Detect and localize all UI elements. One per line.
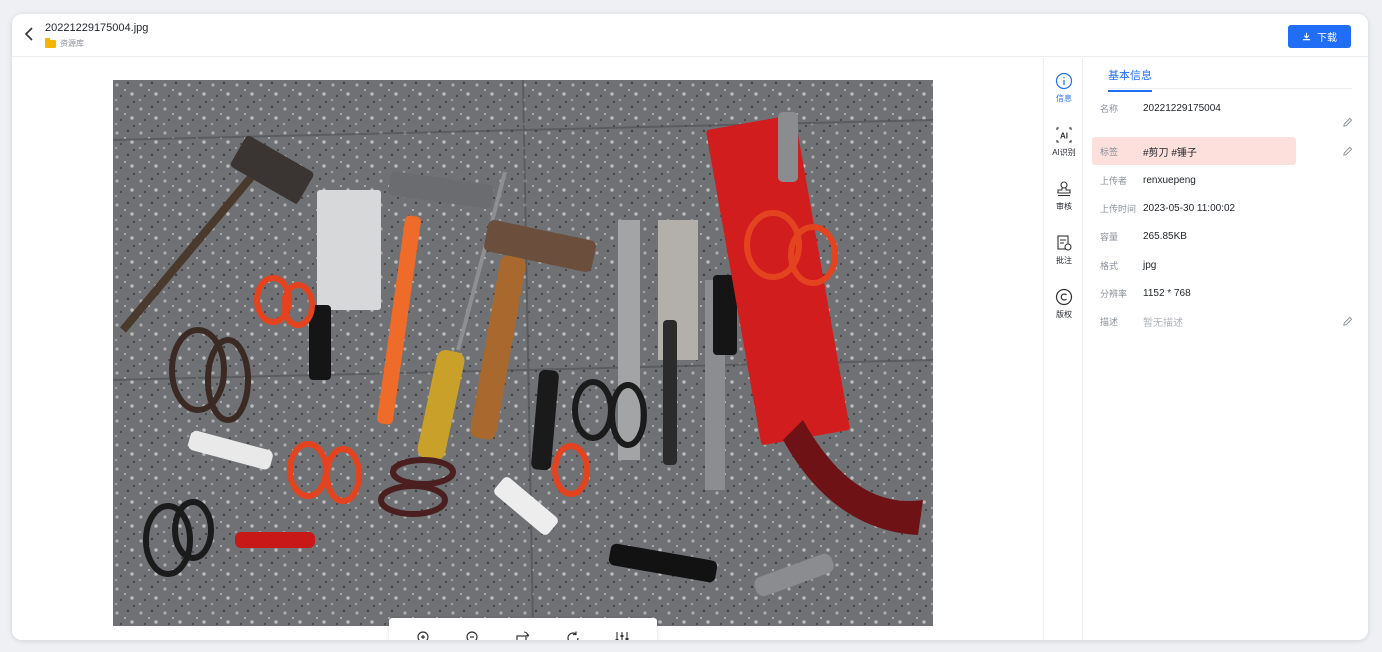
field-tags: 标签 #剪刀 #锤子 <box>1092 137 1296 165</box>
tab-copyright[interactable]: 版权 <box>1044 288 1084 320</box>
image-toolbar <box>389 618 657 640</box>
copyright-icon <box>1055 288 1073 306</box>
pencil-icon <box>1343 316 1353 326</box>
info-panel: 基本信息 名称 20221229175004 标签 #剪刀 #锤子 上传者 re… <box>1084 58 1368 640</box>
download-label: 下载 <box>1317 33 1337 44</box>
side-tab-bar: 信息 AI AI识别 审核 批注 版权 <box>1043 58 1083 640</box>
field-key: 上传时间 <box>1100 203 1137 214</box>
field-size: 容量 265.85KB <box>1092 222 1354 250</box>
annotate-icon <box>1057 235 1072 251</box>
field-key: 分辨率 <box>1100 288 1128 299</box>
breadcrumb[interactable]: 资源库 <box>45 37 84 49</box>
field-key: 标签 <box>1100 146 1119 157</box>
preview-window: 20221229175004.jpg 资源库 下载 信息 AI AI识别 审核 … <box>12 14 1368 640</box>
zoom-in-icon[interactable] <box>413 627 435 640</box>
tab-review[interactable]: 审核 <box>1044 180 1084 212</box>
tab-ai[interactable]: AI AI识别 <box>1044 126 1084 158</box>
tab-annotate[interactable]: 批注 <box>1044 234 1084 266</box>
field-resolution: 分辨率 1152 * 768 <box>1092 279 1354 307</box>
zoom-out-icon[interactable] <box>462 627 484 640</box>
field-key: 名称 <box>1100 103 1119 114</box>
preview-image[interactable] <box>113 80 933 626</box>
tab-review-label: 审核 <box>1056 202 1072 211</box>
edit-name-button[interactable] <box>1342 108 1356 136</box>
file-name: 20221229175004.jpg <box>45 22 149 34</box>
edit-tags-button[interactable] <box>1342 137 1356 165</box>
tab-ai-label: AI识别 <box>1052 148 1076 157</box>
field-key: 容量 <box>1100 231 1119 242</box>
field-uploader: 上传者 renxuepeng <box>1092 166 1354 194</box>
pencil-icon <box>1343 117 1353 127</box>
top-bar: 20221229175004.jpg 资源库 下载 <box>12 14 1368 57</box>
tab-copyright-label: 版权 <box>1056 310 1072 319</box>
field-value: 265.85KB <box>1143 230 1187 242</box>
field-format: 格式 jpg <box>1092 251 1354 279</box>
tools-photo <box>113 80 933 626</box>
tab-info-label: 信息 <box>1056 94 1072 103</box>
info-icon <box>1055 72 1073 90</box>
field-name: 名称 20221229175004 <box>1092 94 1354 122</box>
field-description: 描述 暂无描述 <box>1092 307 1354 335</box>
field-value: #剪刀 #锤子 <box>1143 147 1197 159</box>
field-value: renxuepeng <box>1143 174 1196 186</box>
adjust-icon[interactable] <box>611 627 633 640</box>
pencil-icon <box>1343 146 1353 156</box>
chevron-left-icon <box>24 27 33 41</box>
refresh-icon[interactable] <box>562 627 584 640</box>
field-value: 1152 * 768 <box>1143 287 1191 299</box>
field-key: 格式 <box>1100 260 1119 271</box>
breadcrumb-label: 资源库 <box>60 39 84 48</box>
download-icon <box>1302 32 1311 41</box>
field-value: jpg <box>1143 259 1157 271</box>
stamp-icon <box>1057 181 1071 197</box>
tab-divider <box>1108 88 1352 89</box>
svg-text:AI: AI <box>1060 132 1068 141</box>
field-value: 暂无描述 <box>1143 317 1183 329</box>
field-value: 20221229175004 <box>1143 102 1221 114</box>
field-key: 上传者 <box>1100 175 1128 186</box>
folder-icon <box>45 37 56 48</box>
rotate-icon[interactable] <box>512 627 534 640</box>
tab-info[interactable]: 信息 <box>1044 72 1084 104</box>
field-upload-time: 上传时间 2023-05-30 11:00:02 <box>1092 194 1354 222</box>
image-viewer <box>12 58 1043 640</box>
field-value: 2023-05-30 11:00:02 <box>1143 202 1236 214</box>
download-button[interactable]: 下载 <box>1288 25 1351 48</box>
back-button[interactable] <box>22 26 38 42</box>
field-key: 描述 <box>1100 316 1119 327</box>
ai-icon: AI <box>1056 127 1072 143</box>
tab-annotate-label: 批注 <box>1056 256 1072 265</box>
edit-description-button[interactable] <box>1342 307 1356 335</box>
